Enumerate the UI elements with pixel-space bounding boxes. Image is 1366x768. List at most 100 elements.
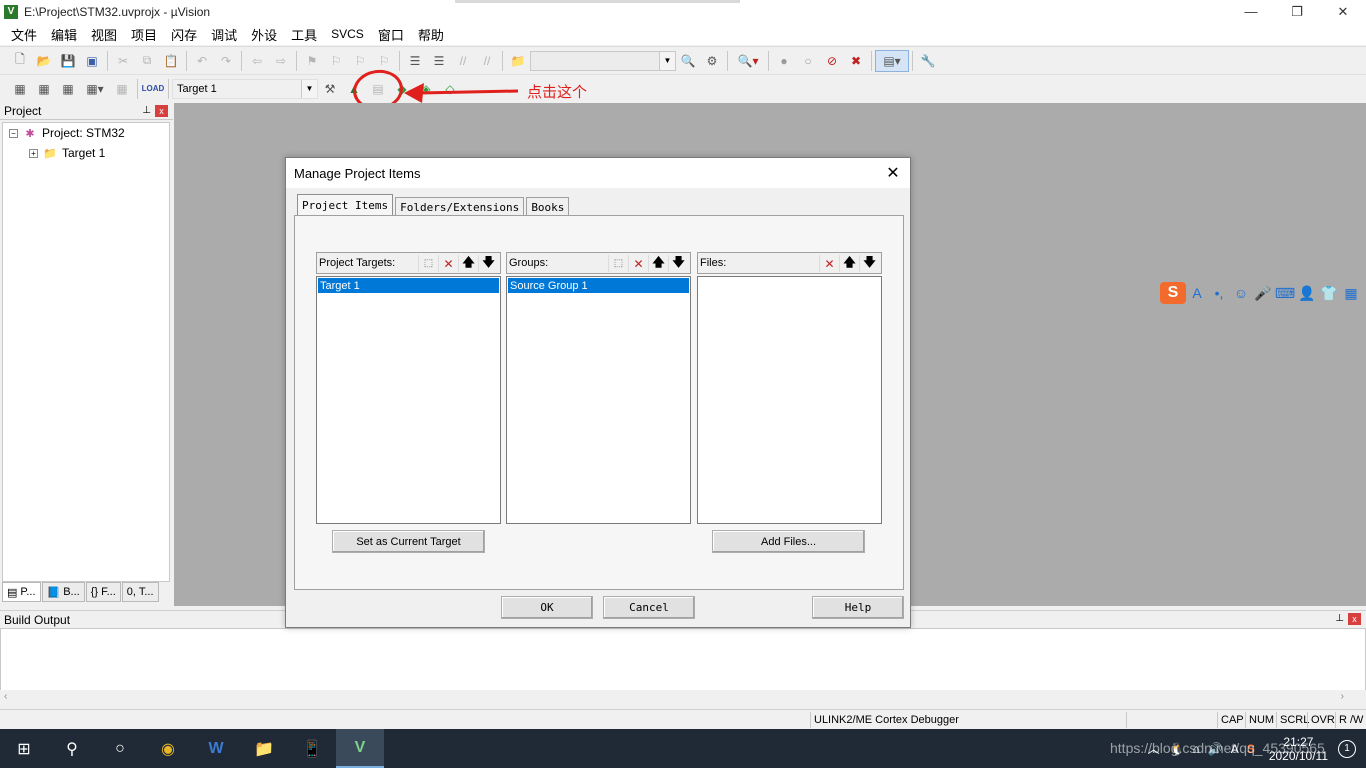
list-item-target[interactable]: Target 1 — [318, 278, 499, 293]
breakpoint-kill-all-icon[interactable]: ✖ — [844, 50, 868, 72]
new-group-icon[interactable]: ⬚ — [608, 255, 628, 272]
new-file-icon[interactable]: 🗋 — [8, 50, 32, 72]
menu-window[interactable]: 窗口 — [371, 25, 411, 44]
add-files-button[interactable]: Add Files... — [712, 530, 865, 553]
files-list[interactable] — [697, 276, 882, 524]
pin-icon[interactable]: ⊥ — [142, 105, 151, 116]
scroll-right-icon[interactable]: › — [1341, 691, 1344, 702]
breakpoint-enable-icon[interactable]: ○ — [796, 50, 820, 72]
groups-list[interactable]: Source Group 1 — [506, 276, 691, 524]
move-up-icon[interactable]: 🡅 — [458, 255, 478, 272]
project-targets-list[interactable]: Target 1 — [316, 276, 501, 524]
download-load-icon[interactable]: LOAD — [141, 78, 165, 100]
translate-icon[interactable]: ▦ — [8, 78, 32, 100]
configure-icon[interactable]: 🔧 — [916, 50, 940, 72]
maximize-button[interactable]: ❐ — [1274, 0, 1320, 23]
tab-functions[interactable]: {} F... — [85, 582, 121, 602]
bookmark-toggle-icon[interactable]: ⚑ — [300, 50, 324, 72]
pin-icon[interactable]: ⊥ — [1335, 613, 1344, 624]
scroll-left-icon[interactable]: ‹ — [4, 691, 7, 702]
menu-flash[interactable]: 闪存 — [164, 25, 204, 44]
redo-icon[interactable]: ↷ — [214, 50, 238, 72]
move-down-icon[interactable]: 🡇 — [668, 255, 688, 272]
chrome-icon[interactable]: ◉ — [144, 729, 192, 768]
ime-emoji-icon[interactable]: ☺ — [1230, 282, 1252, 304]
windows-start-icon[interactable]: ⊞ — [0, 729, 48, 768]
horizontal-scrollbar[interactable]: ‹ › — [0, 690, 1366, 706]
tab-project[interactable]: ▤ P... — [2, 582, 41, 602]
open-folder-icon[interactable]: 📂 — [32, 50, 56, 72]
menu-svcs[interactable]: SVCS — [324, 27, 371, 41]
move-up-icon[interactable]: 🡅 — [648, 255, 668, 272]
menu-tools[interactable]: 工具 — [284, 25, 324, 44]
navigate-forward-icon[interactable]: ⇨ — [269, 50, 293, 72]
close-icon[interactable]: x — [155, 105, 168, 117]
notification-icon[interactable]: 1 — [1338, 739, 1356, 758]
undo-icon[interactable]: ↶ — [190, 50, 214, 72]
menu-file[interactable]: 文件 — [4, 25, 44, 44]
menu-project[interactable]: 项目 — [124, 25, 164, 44]
breakpoint-insert-icon[interactable]: ● — [772, 50, 796, 72]
uvision-taskbar-icon[interactable]: V — [336, 729, 384, 768]
uncomment-icon[interactable]: // — [475, 50, 499, 72]
indent-icon[interactable]: ☰ — [403, 50, 427, 72]
move-down-icon[interactable]: 🡇 — [859, 255, 879, 272]
find-in-files-icon[interactable]: 📁 — [506, 50, 530, 72]
delete-target-icon[interactable]: ✕ — [438, 255, 458, 272]
minimize-button[interactable]: — — [1228, 0, 1274, 23]
tab-books[interactable]: 📘 B... — [41, 582, 85, 602]
close-icon[interactable]: x — [1348, 613, 1361, 625]
tab-project-items[interactable]: Project Items — [297, 194, 394, 216]
start-debug-icon[interactable]: 🔍▾ — [731, 50, 765, 72]
move-down-icon[interactable]: 🡇 — [478, 255, 498, 272]
unindent-icon[interactable]: ☰ — [427, 50, 451, 72]
target-select[interactable]: Target 1 ▼ — [172, 78, 318, 99]
navigate-back-icon[interactable]: ⇦ — [245, 50, 269, 72]
delete-group-icon[interactable]: ✕ — [628, 255, 648, 272]
save-icon[interactable]: 💾 — [56, 50, 80, 72]
build-icon[interactable]: ▦ — [32, 78, 56, 100]
tab-books[interactable]: Books — [526, 197, 570, 216]
ok-button[interactable]: OK — [501, 596, 593, 619]
set-current-target-button[interactable]: Set as Current Target — [332, 530, 485, 553]
list-item-group[interactable]: Source Group 1 — [508, 278, 689, 293]
find-combo[interactable]: ▼ — [530, 50, 676, 71]
stop-build-icon[interactable]: ▦ — [110, 78, 134, 100]
target-options-icon[interactable]: ⚒ — [318, 78, 342, 100]
copy-icon[interactable]: ⧉ — [135, 50, 159, 72]
search-icon[interactable]: ⚲ — [48, 729, 96, 768]
cancel-button[interactable]: Cancel — [603, 596, 695, 619]
delete-file-icon[interactable]: ✕ — [819, 255, 839, 272]
bookmark-prev-icon[interactable]: ⚐ — [324, 50, 348, 72]
dialog-close-button[interactable]: ✕ — [884, 164, 902, 182]
word-icon[interactable]: W — [192, 729, 240, 768]
window-layout-icon[interactable]: ▤▾ — [875, 49, 909, 72]
sogou-logo-icon[interactable]: S — [1160, 282, 1186, 304]
ime-toolbox-icon[interactable]: ▦ — [1340, 282, 1362, 304]
move-up-icon[interactable]: 🡅 — [839, 255, 859, 272]
rebuild-icon[interactable]: ▦ — [56, 78, 80, 100]
tree-node-target[interactable]: + 📁 Target 1 — [3, 143, 169, 163]
menu-peripherals[interactable]: 外设 — [244, 25, 284, 44]
ime-punctuation-icon[interactable]: •, — [1208, 282, 1230, 304]
ime-skin-icon[interactable]: 👕 — [1318, 282, 1340, 304]
expand-icon[interactable]: + — [29, 148, 38, 158]
menu-debug[interactable]: 调试 — [204, 25, 244, 44]
batch-build-icon[interactable]: ▦▾ — [80, 78, 110, 100]
help-button[interactable]: Help — [812, 596, 904, 619]
save-all-icon[interactable]: ▣ — [80, 50, 104, 72]
ime-language-icon[interactable]: A — [1186, 282, 1208, 304]
menu-view[interactable]: 视图 — [84, 25, 124, 44]
menu-edit[interactable]: 编辑 — [44, 25, 84, 44]
menu-help[interactable]: 帮助 — [411, 25, 451, 44]
phone-app-icon[interactable]: 📱 — [288, 729, 336, 768]
tree-node-project[interactable]: − ✱ Project: STM32 — [3, 123, 169, 143]
ime-voice-icon[interactable]: 🎤 — [1252, 282, 1274, 304]
tab-folders-extensions[interactable]: Folders/Extensions — [395, 197, 525, 216]
task-view-icon[interactable]: ○ — [96, 729, 144, 768]
tab-templates[interactable]: 0, T... — [121, 582, 159, 602]
collapse-icon[interactable]: − — [9, 128, 18, 138]
ime-user-icon[interactable]: 👤 — [1296, 282, 1318, 304]
debug-session-icon[interactable]: ⚙ — [700, 50, 724, 72]
incremental-find-icon[interactable]: 🔍 — [676, 50, 700, 72]
